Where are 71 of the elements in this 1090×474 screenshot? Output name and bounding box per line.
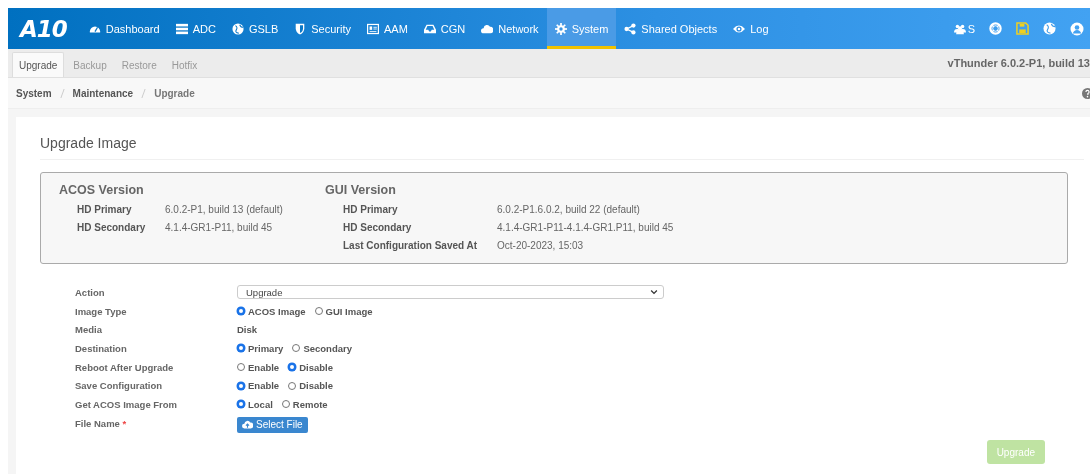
id-card-icon bbox=[367, 22, 379, 35]
nav-tab[interactable]: Security bbox=[286, 8, 359, 49]
field-label: Save Configuration bbox=[75, 380, 163, 392]
nav-tab[interactable]: ADC bbox=[167, 8, 224, 49]
nav-tab[interactable]: CGN bbox=[415, 8, 474, 49]
panel-title: Upgrade Image bbox=[40, 117, 1084, 160]
info-value: Oct-20-2023, 15:03 bbox=[497, 239, 584, 251]
sub-tab[interactable]: Restore bbox=[115, 53, 163, 77]
field-label: Reboot After Upgrade bbox=[75, 361, 174, 373]
info-label: HD Secondary bbox=[77, 221, 147, 233]
sub-tab[interactable]: Upgrade bbox=[12, 52, 65, 77]
radio-option[interactable]: Primary bbox=[237, 342, 284, 354]
nav-tab[interactable]: Log bbox=[725, 8, 777, 49]
field-label: Destination bbox=[75, 342, 127, 354]
cloud-icon bbox=[481, 22, 494, 35]
save-icon[interactable] bbox=[1016, 22, 1029, 35]
field-label: File Name bbox=[75, 417, 120, 429]
radio-option[interactable]: Local bbox=[237, 398, 273, 410]
radio-option[interactable]: Disable bbox=[288, 361, 333, 373]
info-label: HD Primary bbox=[343, 203, 399, 215]
info-value: 4.1.4-GR1-P11, build 45 bbox=[165, 221, 273, 233]
nav-tab[interactable]: GSLB bbox=[223, 8, 287, 49]
field-label: Image Type bbox=[75, 305, 127, 317]
breadcrumb-item[interactable]: Maintenance bbox=[72, 87, 134, 99]
cloud-upload-icon bbox=[242, 419, 253, 431]
info-label: Last Configuration Saved At bbox=[343, 239, 479, 251]
users-button[interactable]: S bbox=[953, 22, 975, 35]
nav-tab[interactable]: Network bbox=[473, 8, 547, 49]
required-mark: * bbox=[122, 417, 127, 429]
radio-option[interactable]: GUI Image bbox=[314, 305, 373, 317]
radio-option[interactable]: ACOS Image bbox=[237, 305, 306, 317]
shield-icon bbox=[294, 22, 307, 35]
radio-option[interactable]: Secondary bbox=[292, 342, 352, 354]
radio-option[interactable]: Remote bbox=[281, 398, 328, 410]
info-value: 6.0.2-P1, build 13 (default) bbox=[165, 203, 283, 215]
user-icon[interactable] bbox=[1070, 21, 1084, 36]
select-file-button[interactable]: Select File bbox=[237, 416, 308, 433]
info-label: HD Primary bbox=[77, 203, 133, 215]
section-heading: ACOS Version bbox=[59, 183, 145, 197]
logo[interactable]: A10 bbox=[8, 8, 81, 49]
sub-tab[interactable]: Backup bbox=[67, 53, 113, 77]
field-label: Get ACOS Image From bbox=[75, 398, 178, 410]
users-icon bbox=[953, 22, 966, 35]
info-value: 4.1.4-GR1-P11-4.1.4-GR1.P11, build 45 bbox=[497, 221, 674, 233]
breadcrumb-item[interactable]: System bbox=[16, 87, 52, 99]
nav-tab[interactable]: System bbox=[546, 8, 617, 49]
nav-tab[interactable]: Dashboard bbox=[80, 8, 168, 49]
inbox-icon bbox=[423, 22, 436, 35]
section-heading: GUI Version bbox=[325, 183, 397, 197]
share-icon bbox=[624, 22, 637, 35]
info-label: HD Secondary bbox=[343, 221, 413, 233]
field-label: Media bbox=[75, 324, 102, 336]
sub-tab[interactable]: Hotfix bbox=[165, 53, 204, 77]
info-value: 6.0.2-P1.6.0.2, build 22 (default) bbox=[497, 203, 640, 215]
globe-icon[interactable] bbox=[1043, 22, 1056, 35]
radio-option[interactable]: Enable bbox=[237, 361, 280, 373]
field-label: Action bbox=[75, 286, 105, 298]
version-label: vThunder 6.0.2-P1, build 13 bbox=[947, 57, 1090, 69]
globe-icon bbox=[231, 22, 244, 35]
nav-tab[interactable]: AAM bbox=[359, 8, 416, 49]
gear-icon bbox=[554, 22, 567, 35]
nav-tab[interactable]: Shared Objects bbox=[616, 8, 726, 49]
breadcrumb-item: Upgrade bbox=[154, 87, 195, 99]
server-icon bbox=[175, 22, 188, 35]
field-value: Disk bbox=[237, 324, 258, 336]
radio-option[interactable]: Enable bbox=[237, 380, 280, 392]
lifebuoy-icon[interactable] bbox=[989, 22, 1002, 35]
action-dropdown[interactable]: Upgrade bbox=[237, 285, 664, 300]
radio-option[interactable]: Disable bbox=[288, 380, 333, 392]
help-icon[interactable] bbox=[1082, 87, 1090, 99]
user-label: S bbox=[967, 22, 975, 35]
